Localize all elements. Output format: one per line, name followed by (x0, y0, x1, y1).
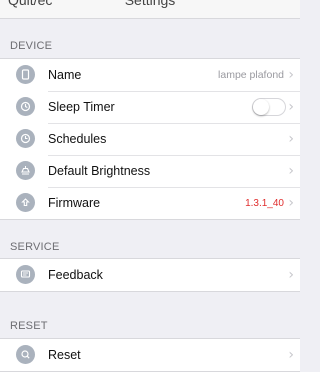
default-brightness-label: Default Brightness (48, 164, 151, 178)
sleep-timer-row: Sleep Timer › (0, 91, 300, 123)
section-header-device: DEVICE (10, 40, 53, 52)
chevron-right-icon: › (288, 195, 294, 211)
service-group: Feedback › (0, 258, 300, 292)
device-group: Name lampe plafond › Sleep Timer › Sched… (0, 58, 300, 220)
page-title: Settings (124, 0, 176, 8)
device-icon (16, 65, 35, 84)
timer-icon (16, 97, 35, 116)
sleep-timer-label: Sleep Timer (48, 100, 115, 114)
firmware-version: 1.3.1_40 (245, 197, 284, 209)
toggle-knob (253, 99, 269, 115)
chevron-right-icon: › (288, 163, 294, 179)
feedback-row[interactable]: Feedback › (0, 259, 300, 291)
name-value: lampe plafond (218, 69, 284, 81)
sleep-timer-toggle[interactable] (252, 98, 286, 116)
firmware-row[interactable]: Firmware 1.3.1_40 › (0, 187, 300, 219)
name-label: Name (48, 68, 82, 82)
chevron-right-icon: › (288, 99, 294, 115)
reset-row[interactable]: Reset › (0, 339, 300, 371)
schedules-label: Schedules (48, 132, 107, 146)
chevron-right-icon: › (288, 131, 294, 147)
schedules-row[interactable]: Schedules › (0, 123, 300, 155)
navigation-bar: Quit/ec Settings (0, 0, 300, 19)
reset-icon (16, 345, 35, 364)
firmware-icon (16, 193, 35, 212)
default-brightness-row[interactable]: Default Brightness › (0, 155, 300, 187)
section-header-reset: RESET (10, 320, 48, 332)
name-row[interactable]: Name lampe plafond › (0, 59, 300, 91)
firmware-label: Firmware (48, 196, 101, 210)
lamp-icon (16, 161, 35, 180)
section-header-service: SERVICE (10, 241, 60, 253)
feedback-label: Feedback (48, 268, 103, 282)
reset-group: Reset › (0, 338, 300, 372)
feedback-icon (16, 265, 35, 284)
clock-icon (16, 129, 35, 148)
chevron-right-icon: › (288, 67, 294, 83)
chevron-right-icon: › (288, 267, 294, 283)
